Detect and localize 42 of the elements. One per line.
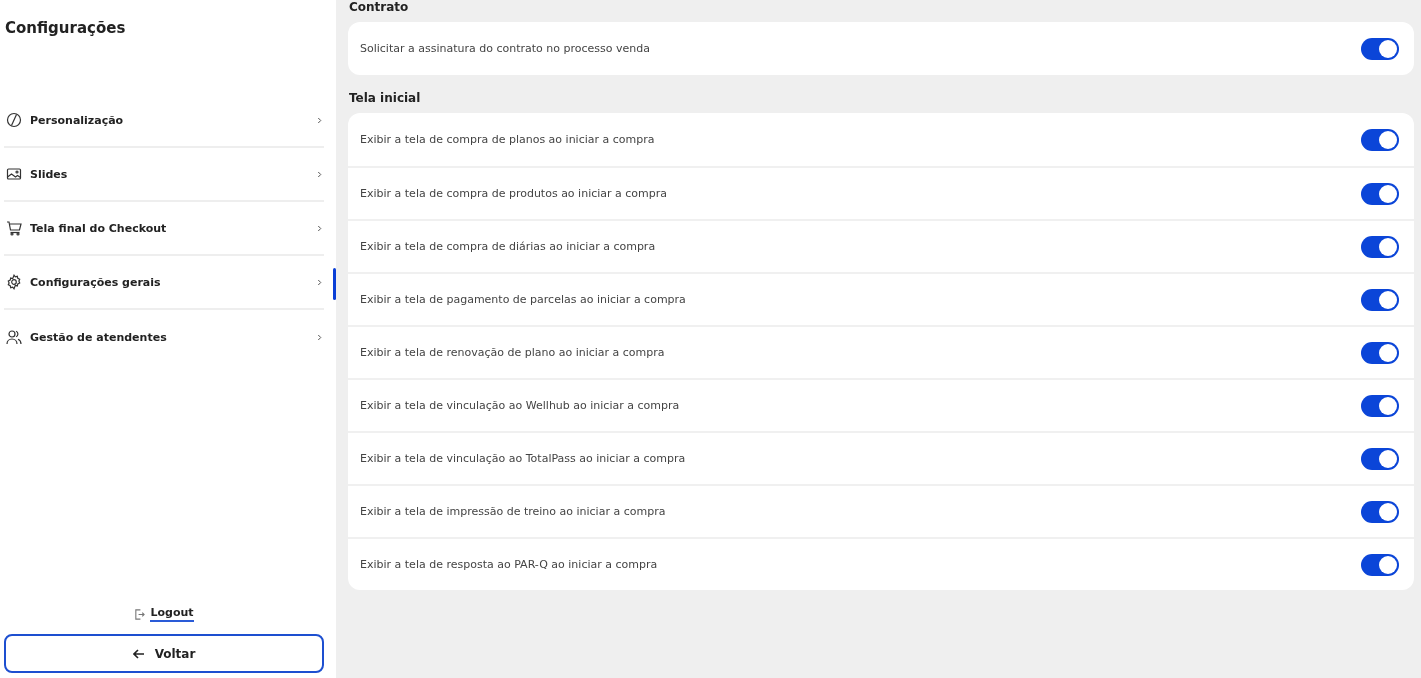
setting-label: Exibir a tela de impressão de treino ao iniciar a compra: [360, 505, 667, 518]
back-button[interactable]: Voltar: [4, 634, 324, 673]
setting-label: Exibir a tela de compra de diárias ao iniciar a compra: [360, 240, 657, 253]
chevron-right-icon: [317, 278, 322, 286]
setting-label: Exibir a tela de compra de produtos ao iniciar a compra: [360, 187, 669, 200]
setting-label: Exibir a tela de renovação de plano ao iniciar a compra: [360, 346, 666, 359]
users-icon: [6, 329, 22, 345]
toggle-switch[interactable]: [1361, 447, 1399, 470]
setting-label: Exibir a tela de vinculação ao TotalPass ao iniciar a compra: [360, 452, 687, 465]
sidebar-title: Configurações: [5, 18, 127, 38]
setting-label: Solicitar a assinatura do contrato no processo venda: [360, 42, 651, 55]
toggle-switch[interactable]: [1361, 341, 1399, 364]
image-icon: [6, 166, 22, 182]
cart-icon: [6, 220, 22, 236]
toggle-switch[interactable]: [1361, 235, 1399, 258]
sidebar-item[interactable]: Personalização: [4, 94, 324, 148]
toggle-switch[interactable]: [1361, 553, 1399, 576]
toggle-switch[interactable]: [1361, 500, 1399, 523]
logout-link[interactable]: Logout: [150, 606, 194, 622]
toggle-switch[interactable]: [1361, 182, 1399, 205]
section-title: Tela inicial: [349, 91, 422, 106]
toggle-switch[interactable]: [1361, 394, 1399, 417]
setting-label: Exibir a tela de compra de planos ao iniciar a compra: [360, 133, 656, 146]
section-title: Contrato: [349, 0, 410, 15]
sidebar-item[interactable]: Slides: [4, 148, 324, 202]
toggle-switch[interactable]: [1361, 288, 1399, 311]
toggle-switch[interactable]: [1361, 37, 1399, 60]
half-circle-icon: [6, 112, 22, 128]
setting-label: Exibir a tela de vinculação ao Wellhub ao iniciar a compra: [360, 399, 681, 412]
toggle-switch[interactable]: [1361, 128, 1399, 151]
sidebar-item[interactable]: Tela final do Checkout: [4, 202, 324, 256]
setting-label: Exibir a tela de resposta ao PAR-Q ao iniciar a compra: [360, 558, 659, 571]
chevron-right-icon: [317, 333, 322, 341]
sidebar-item[interactable]: Configurações gerais: [4, 256, 324, 310]
chevron-right-icon: [317, 224, 322, 232]
chevron-right-icon: [317, 170, 322, 178]
setting-label: Exibir a tela de pagamento de parcelas ao iniciar a compra: [360, 293, 687, 306]
chevron-right-icon: [317, 116, 322, 124]
sidebar-item[interactable]: Gestão de atendentes: [4, 310, 324, 364]
arrow-left-icon: [132, 647, 145, 660]
logout-icon: [134, 608, 146, 620]
gear-icon: [6, 274, 22, 290]
